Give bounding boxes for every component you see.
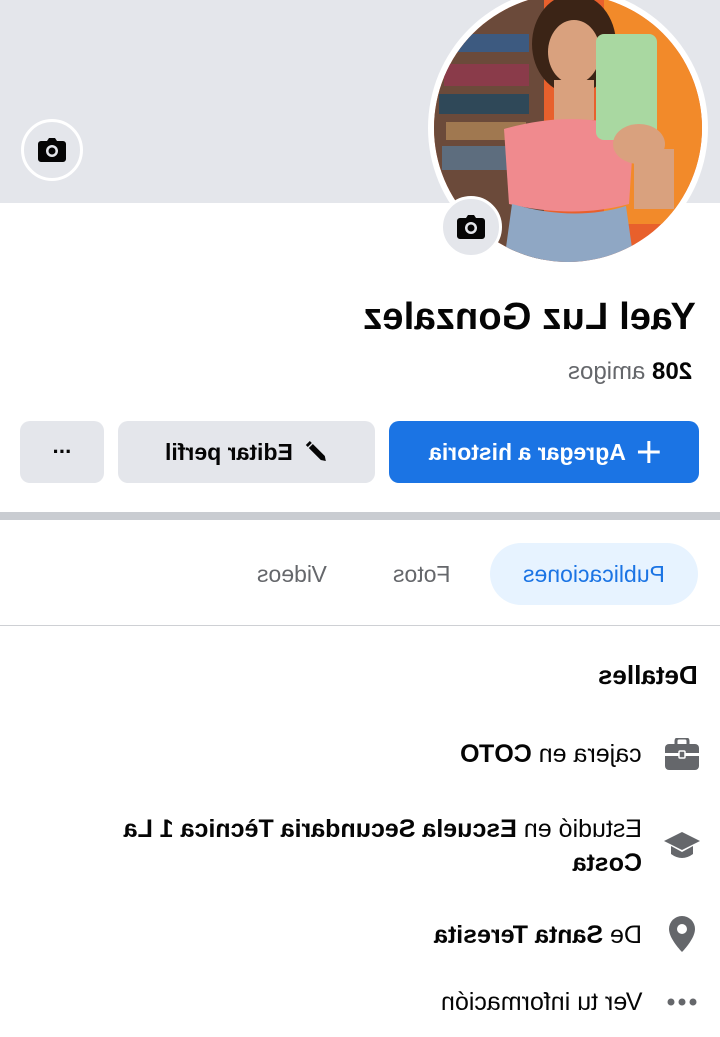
pencil-icon [305,441,326,461]
section-divider [0,512,720,520]
hometown-detail: De Santa Teresita [434,918,642,952]
details-heading: Detalles [598,660,698,690]
work-prefix: cajera en [532,740,642,768]
friends-count[interactable]: 208 amigos [568,358,692,386]
friends-number: 208 [651,358,692,385]
add-story-button[interactable]: Agregar a historia [389,421,699,483]
profile-name: Yael Luz Gonzalez [363,296,696,338]
tab-label: Fotos [393,560,451,587]
tabs-divider [0,625,720,626]
education-prefix: Estudió en [516,815,642,843]
plus-icon [637,441,660,463]
hometown-prefix: De [603,921,642,949]
edit-profile-label: Editar perfil [164,438,293,465]
add-story-label: Agregar a historia [428,438,626,465]
tab-publicaciones[interactable]: Publicaciones [490,543,698,605]
edit-profile-button[interactable]: Editar perfil [118,421,375,483]
cover-camera-button[interactable] [21,119,83,181]
see-info-link[interactable]: Ver tu información [441,985,643,1019]
tab-fotos[interactable]: Fotos [372,543,472,605]
friends-label: amigos [567,358,646,385]
location-pin-icon [664,916,700,952]
tab-label: Publicaciones [523,560,665,587]
work-place[interactable]: COTO [460,740,532,768]
hometown-place[interactable]: Santa Teresita [434,921,603,949]
tab-videos[interactable]: Videos [232,543,352,605]
graduation-cap-icon [664,828,700,864]
camera-icon [457,215,485,239]
work-detail: cajera en COTO [460,737,642,771]
more-dots-icon: ··· [52,439,73,464]
more-options-button[interactable]: ··· [20,421,104,483]
avatar-camera-button[interactable] [440,196,502,258]
camera-icon [38,138,66,162]
more-dots-icon [664,984,700,1020]
tab-label: Videos [257,560,327,587]
briefcase-icon [664,736,700,772]
education-detail: Estudió en Escuela Secundaria Tècnica 1 … [52,812,642,880]
